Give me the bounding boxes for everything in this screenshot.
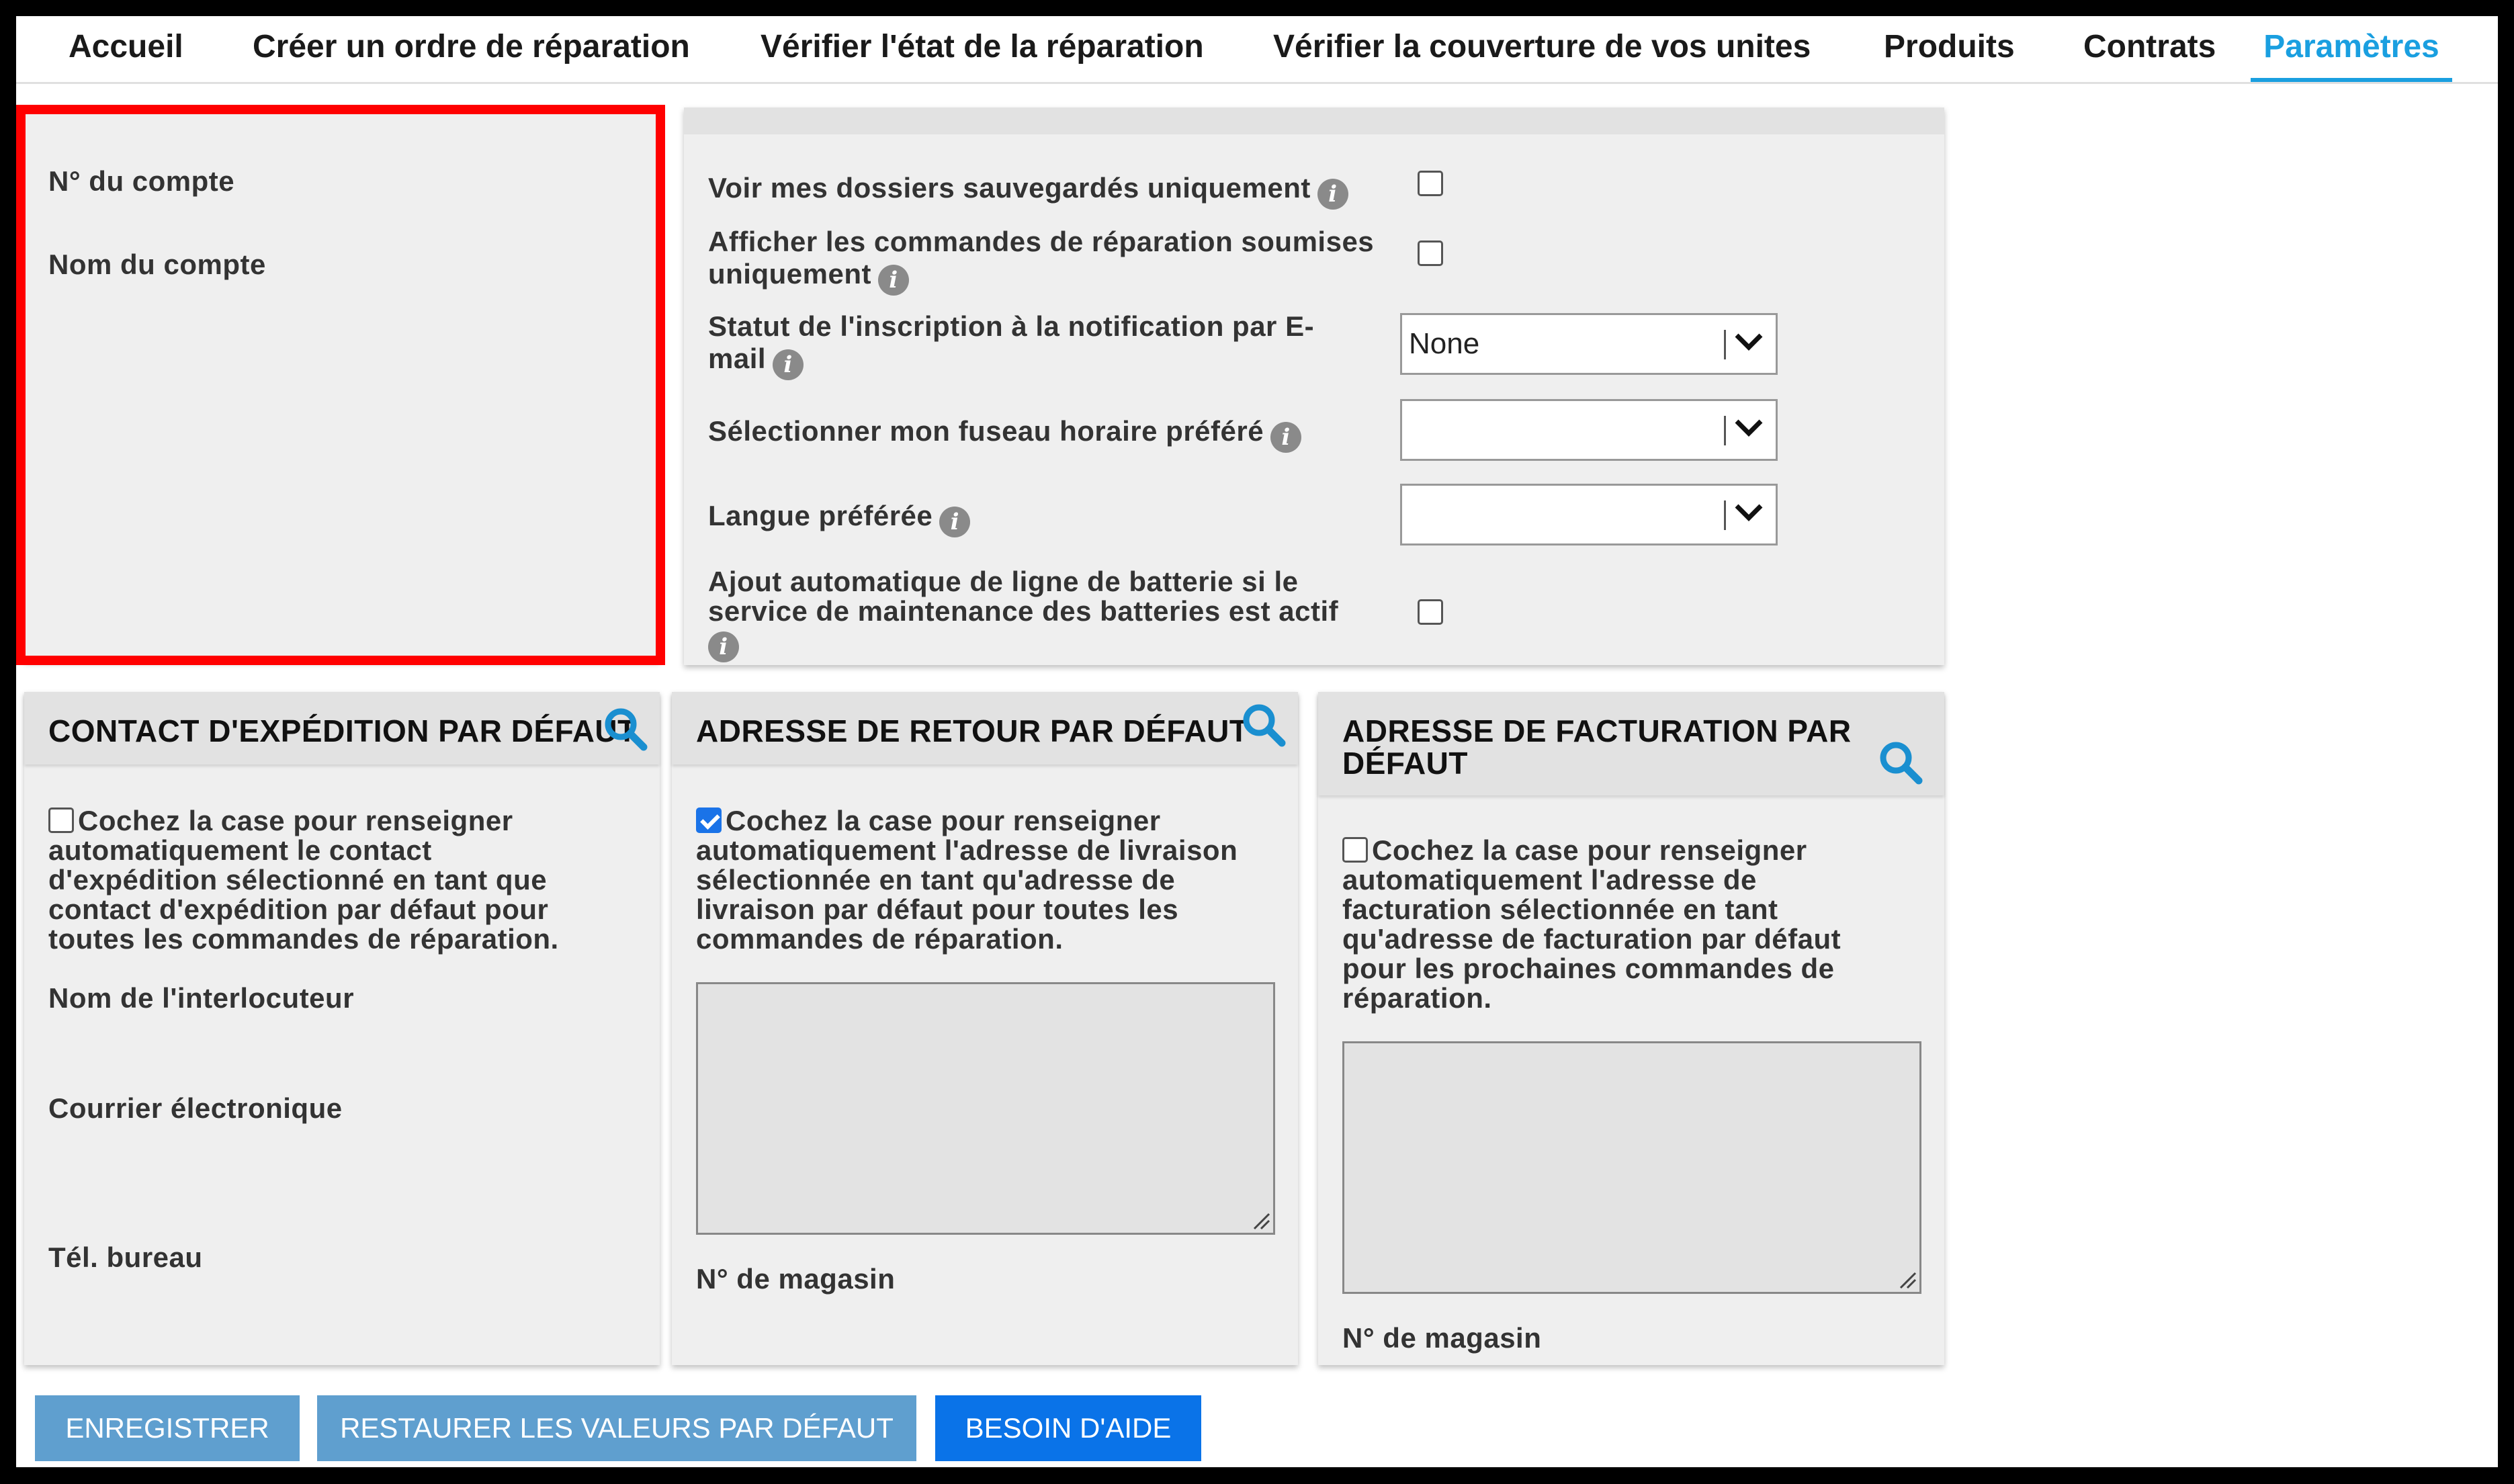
battery-line-checkbox[interactable] [1418, 599, 1443, 625]
battery-line-label: Ajout automatique de ligne de batterie s… [708, 567, 1338, 662]
email-notification-value: None [1409, 327, 1480, 360]
return-address-description: Cochez la case pour renseigner automatiq… [696, 805, 1238, 955]
preferences-panel: Voir mes dossiers sauvegardés uniquement… [684, 107, 1944, 665]
shipping-contact-default-checkbox[interactable] [48, 808, 74, 833]
resize-grip-icon[interactable] [1250, 1210, 1270, 1230]
search-icon[interactable] [1877, 739, 1924, 786]
billing-store-number-label: N° de magasin [1342, 1322, 1542, 1354]
chevron-down-icon [1735, 504, 1763, 521]
info-icon[interactable]: i [939, 507, 971, 537]
tab-settings[interactable]: Paramètres [2251, 16, 2452, 82]
tab-check-unit-coverage[interactable]: Vérifier la couverture de vos unites [1273, 16, 1811, 82]
saved-files-only-checkbox[interactable] [1418, 171, 1443, 196]
billing-address-title: ADRESSE DE FACTURATION PAR DÉFAUT [1342, 713, 1852, 781]
tab-home[interactable]: Accueil [69, 16, 183, 82]
settings-page: Accueil Créer un ordre de réparation Vér… [16, 16, 2498, 1467]
select-divider [1724, 416, 1726, 445]
return-address-default-checkbox[interactable] [696, 808, 722, 833]
email-label: Courrier électronique [48, 1092, 343, 1124]
saved-files-only-label: Voir mes dossiers sauvegardés uniquement… [708, 172, 1348, 210]
tab-create-repair-order[interactable]: Créer un ordre de réparation [253, 16, 690, 82]
search-icon[interactable] [1240, 701, 1287, 748]
info-icon[interactable]: i [773, 349, 804, 380]
account-panel: N° du compte Nom du compte [24, 112, 660, 661]
chevron-down-icon [1735, 419, 1763, 437]
language-label: Langue préférée i [708, 500, 971, 537]
language-select[interactable] [1400, 484, 1778, 545]
return-address-textarea[interactable] [696, 982, 1275, 1235]
shipping-contact-description: Cochez la case pour renseigner automatiq… [48, 805, 559, 955]
billing-address-card: ADRESSE DE FACTURATION PAR DÉFAUT Cochez… [1318, 692, 1944, 1365]
resize-grip-icon[interactable] [1897, 1269, 1917, 1289]
return-address-card: ADRESSE DE RETOUR PAR DÉFAUT Cochez la c… [672, 692, 1298, 1365]
main-nav: Accueil Créer un ordre de réparation Vér… [16, 16, 2498, 84]
office-phone-label: Tél. bureau [48, 1241, 203, 1273]
tab-contracts[interactable]: Contrats [2083, 16, 2216, 82]
submitted-orders-only-checkbox[interactable] [1418, 241, 1443, 266]
timezone-label: Sélectionner mon fuseau horaire préféré i [708, 415, 1302, 453]
shipping-contact-header: CONTACT D'EXPÉDITION PAR DÉFAUT [24, 692, 660, 765]
return-store-number-label: N° de magasin [696, 1263, 896, 1295]
preferences-header-bar [684, 107, 1944, 134]
save-button[interactable]: ENREGISTRER [35, 1395, 300, 1461]
info-icon[interactable]: i [1270, 422, 1302, 453]
info-icon[interactable]: i [708, 631, 739, 662]
search-icon[interactable] [602, 705, 649, 752]
billing-address-default-checkbox[interactable] [1342, 837, 1368, 863]
shipping-contact-title: CONTACT D'EXPÉDITION PAR DÉFAUT [48, 713, 637, 748]
info-icon[interactable]: i [1317, 179, 1348, 210]
account-number-label: N° du compte [48, 165, 235, 197]
return-address-title: ADRESSE DE RETOUR PAR DÉFAUT [696, 713, 1249, 748]
return-address-header: ADRESSE DE RETOUR PAR DÉFAUT [672, 692, 1298, 765]
chevron-down-icon [1735, 333, 1763, 351]
billing-address-description: Cochez la case pour renseigner automatiq… [1342, 834, 1841, 1014]
select-divider [1724, 500, 1726, 530]
tab-products[interactable]: Produits [1884, 16, 2015, 82]
timezone-select[interactable] [1400, 399, 1778, 461]
help-button[interactable]: BESOIN D'AIDE [935, 1395, 1201, 1461]
contact-name-label: Nom de l'interlocuteur [48, 982, 355, 1014]
billing-address-header: ADRESSE DE FACTURATION PAR DÉFAUT [1318, 692, 1944, 795]
info-icon[interactable]: i [878, 265, 909, 296]
account-name-label: Nom du compte [48, 249, 266, 280]
email-notification-select[interactable]: None [1400, 313, 1778, 375]
restore-defaults-button[interactable]: RESTAURER LES VALEURS PAR DÉFAUT [317, 1395, 916, 1461]
tab-check-repair-status[interactable]: Vérifier l'état de la réparation [761, 16, 1204, 82]
submitted-orders-only-label: Afficher les commandes de réparation sou… [708, 226, 1374, 296]
email-notification-label: Statut de l'inscription à la notificatio… [708, 310, 1314, 380]
select-divider [1724, 330, 1726, 359]
shipping-contact-card: CONTACT D'EXPÉDITION PAR DÉFAUT Cochez l… [24, 692, 660, 1365]
billing-address-textarea[interactable] [1342, 1041, 1921, 1294]
